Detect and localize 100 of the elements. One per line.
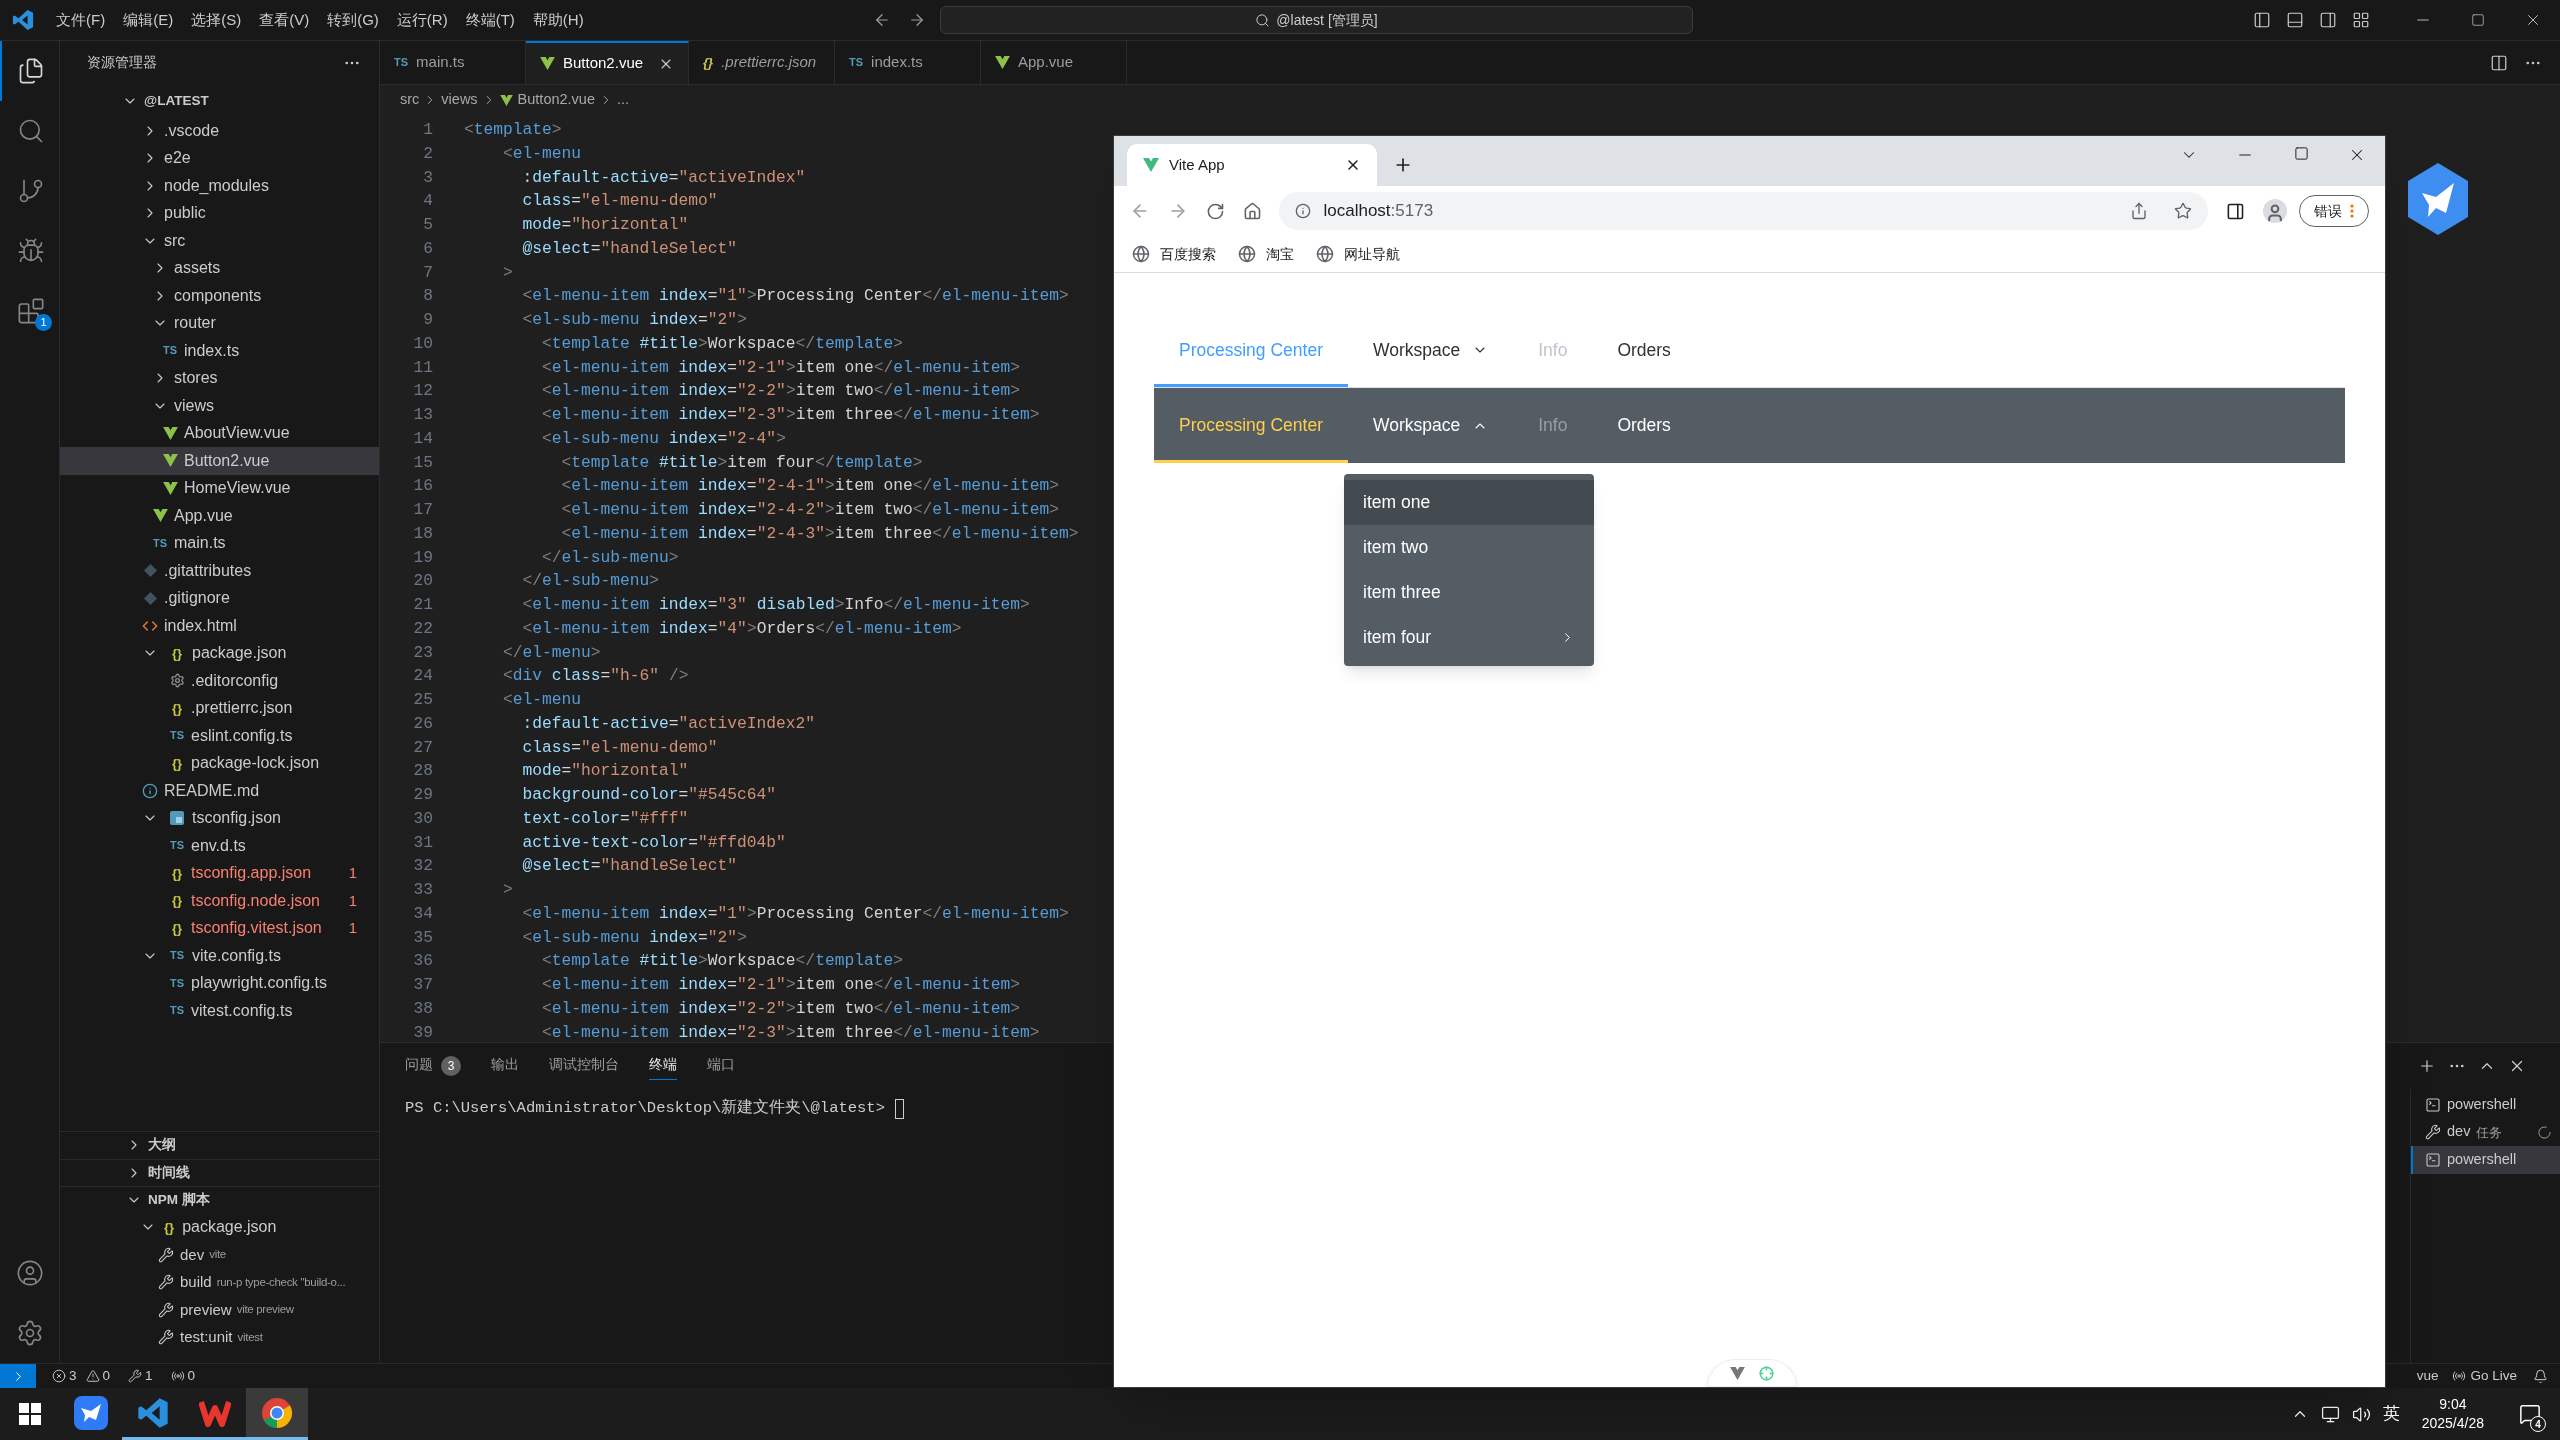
network-icon[interactable]: [2320, 1404, 2340, 1424]
file-tree-item[interactable]: TS playwright.config.ts: [60, 969, 379, 997]
file-tree-item[interactable]: {} package-lock.json: [60, 749, 379, 777]
npm-package-item[interactable]: {} package.json: [60, 1213, 379, 1241]
terminal-list-item[interactable]: powershell: [2411, 1146, 2560, 1174]
file-tree-item[interactable]: components: [60, 282, 379, 310]
editor-tab[interactable]: App.vue: [981, 41, 1127, 84]
star-icon[interactable]: [2174, 202, 2193, 220]
notification-button[interactable]: 4: [2506, 1394, 2554, 1434]
file-tree-item[interactable]: .vscode: [60, 117, 379, 145]
menu-item[interactable]: 帮助(H): [523, 8, 593, 32]
breadcrumb-item[interactable]: views: [441, 89, 478, 111]
file-tree-item[interactable]: TS index.ts: [60, 337, 379, 365]
profile-avatar[interactable]: [2263, 199, 2287, 223]
workspace-root[interactable]: @LATEST: [60, 85, 379, 117]
bookmark[interactable]: 网址导航: [1316, 243, 1400, 265]
terminal-list-item[interactable]: powershell: [2411, 1091, 2560, 1119]
breadcrumb-item[interactable]: Button2.vue: [499, 89, 595, 111]
breadcrumb-item[interactable]: ...: [617, 89, 630, 111]
share-icon[interactable]: [2130, 202, 2149, 220]
npm-script-item[interactable]: test:unit vitest: [60, 1323, 379, 1351]
section-header[interactable]: 大纲: [60, 1131, 379, 1159]
file-tree-item[interactable]: .editorconfig: [60, 667, 379, 695]
file-tree-item[interactable]: README.md: [60, 777, 379, 805]
address-bar[interactable]: localhost:5173: [1279, 192, 2209, 230]
panel-tab[interactable]: 问题 3: [405, 1052, 461, 1080]
file-tree-item[interactable]: index.html: [60, 612, 379, 640]
file-tree-item[interactable]: AboutView.vue: [60, 419, 379, 447]
layout-icon[interactable]: [2352, 11, 2370, 29]
panel-tab[interactable]: 调试控制台: [549, 1052, 619, 1080]
dropdown-item[interactable]: item three: [1344, 570, 1594, 615]
tasks-status[interactable]: 1: [110, 1365, 153, 1387]
dropdown-item[interactable]: item one: [1344, 480, 1594, 525]
file-tree-item[interactable]: .gitignore: [60, 584, 379, 612]
maximize-icon[interactable]: [2293, 146, 2309, 161]
input-method-indicator[interactable]: 英: [2382, 1401, 2400, 1427]
panel-tab[interactable]: 终端: [649, 1052, 677, 1080]
menu-item[interactable]: 终端(T): [456, 8, 524, 32]
bell-icon[interactable]: [2533, 1368, 2548, 1384]
section-header[interactable]: 时间线: [60, 1158, 379, 1186]
problems-status[interactable]: 3 0: [36, 1365, 111, 1387]
menu-item[interactable]: 转到(G): [318, 8, 388, 32]
devtools-pill[interactable]: [1707, 1359, 1797, 1387]
file-tree-item[interactable]: assets: [60, 254, 379, 282]
menu-item[interactable]: Workspace: [1347, 388, 1514, 463]
file-tree-item[interactable]: stores: [60, 364, 379, 392]
account-icon[interactable]: [15, 1259, 44, 1287]
menu-item[interactable]: 编辑(E): [114, 8, 183, 32]
clock[interactable]: 9:04 2025/4/28: [2411, 1395, 2494, 1433]
npm-script-item[interactable]: build run-p type-check "build-o...: [60, 1268, 379, 1296]
dropdown-item[interactable]: item two: [1344, 525, 1594, 570]
menu-item[interactable]: 运行(R): [387, 8, 457, 32]
file-tree-item[interactable]: TS vitest.config.ts: [60, 997, 379, 1025]
side-panel-icon[interactable]: [2226, 201, 2246, 221]
file-tree-item[interactable]: TS env.d.ts: [60, 832, 379, 860]
file-tree-item[interactable]: Button2.vue: [60, 447, 379, 475]
file-tree-item[interactable]: TS main.ts: [60, 529, 379, 557]
npm-script-item[interactable]: dev vite: [60, 1241, 379, 1269]
editor-tab[interactable]: TS index.ts: [835, 41, 981, 84]
panel-tab[interactable]: 输出: [491, 1052, 519, 1080]
file-tree-item[interactable]: TS eslint.config.ts: [60, 722, 379, 750]
activity-bar-item[interactable]: 1: [0, 281, 59, 341]
file-tree-item[interactable]: {} tsconfig.node.json 1: [60, 887, 379, 915]
file-tree-item[interactable]: App.vue: [60, 502, 379, 530]
dropdown-item[interactable]: item four: [1344, 615, 1594, 660]
sidebar-toggle-icon[interactable]: [2253, 11, 2271, 29]
forward-arrow-icon[interactable]: [908, 11, 926, 29]
file-tree-item[interactable]: views: [60, 392, 379, 420]
go-live-button[interactable]: Go Live: [2452, 1365, 2533, 1387]
file-tree-item[interactable]: public: [60, 199, 379, 227]
menu-item[interactable]: Orders: [1592, 313, 1696, 387]
file-tree-item[interactable]: {} tsconfig.vitest.json 1: [60, 914, 379, 942]
command-search-field[interactable]: @latest [管理员]: [940, 6, 1693, 34]
menu-item[interactable]: Workspace: [1347, 313, 1514, 387]
npm-script-item[interactable]: preview vite preview: [60, 1296, 379, 1324]
terminal-list-item[interactable]: dev 任务: [2411, 1118, 2560, 1146]
editor-tab[interactable]: {} .prettierrc.json: [689, 41, 835, 84]
file-tree-item[interactable]: .gitattributes: [60, 557, 379, 585]
file-tree-item[interactable]: router: [60, 309, 379, 337]
menu-item[interactable]: Processing Center: [1154, 388, 1348, 463]
bookmark[interactable]: 百度搜索: [1132, 243, 1216, 265]
browser-tab[interactable]: Vite App: [1127, 144, 1377, 186]
reload-icon[interactable]: [1205, 201, 1225, 221]
file-tree-item[interactable]: TS vite.config.ts: [60, 942, 379, 970]
section-header[interactable]: NPM 脚本: [60, 1186, 379, 1214]
plus-icon[interactable]: [2418, 1057, 2436, 1075]
breadcrumb-item[interactable]: src: [400, 89, 420, 111]
file-tree-item[interactable]: tsconfig.json: [60, 804, 379, 832]
file-tree-item[interactable]: {} package.json: [60, 639, 379, 667]
menu-item[interactable]: 文件(F): [47, 8, 115, 32]
secondary-sidebar-icon[interactable]: [2319, 11, 2337, 29]
split-editor-icon[interactable]: [2490, 53, 2508, 72]
file-tree-item[interactable]: e2e: [60, 144, 379, 172]
panel-tab[interactable]: 端口: [707, 1052, 735, 1080]
ports-status[interactable]: 0: [152, 1365, 196, 1387]
file-tree-item[interactable]: {} .prettierrc.json: [60, 694, 379, 722]
file-tree-item[interactable]: node_modules: [60, 172, 379, 200]
editor-tab[interactable]: Button2.vue: [526, 41, 689, 84]
file-tree-item[interactable]: src: [60, 227, 379, 255]
file-tree-item[interactable]: HomeView.vue: [60, 474, 379, 502]
